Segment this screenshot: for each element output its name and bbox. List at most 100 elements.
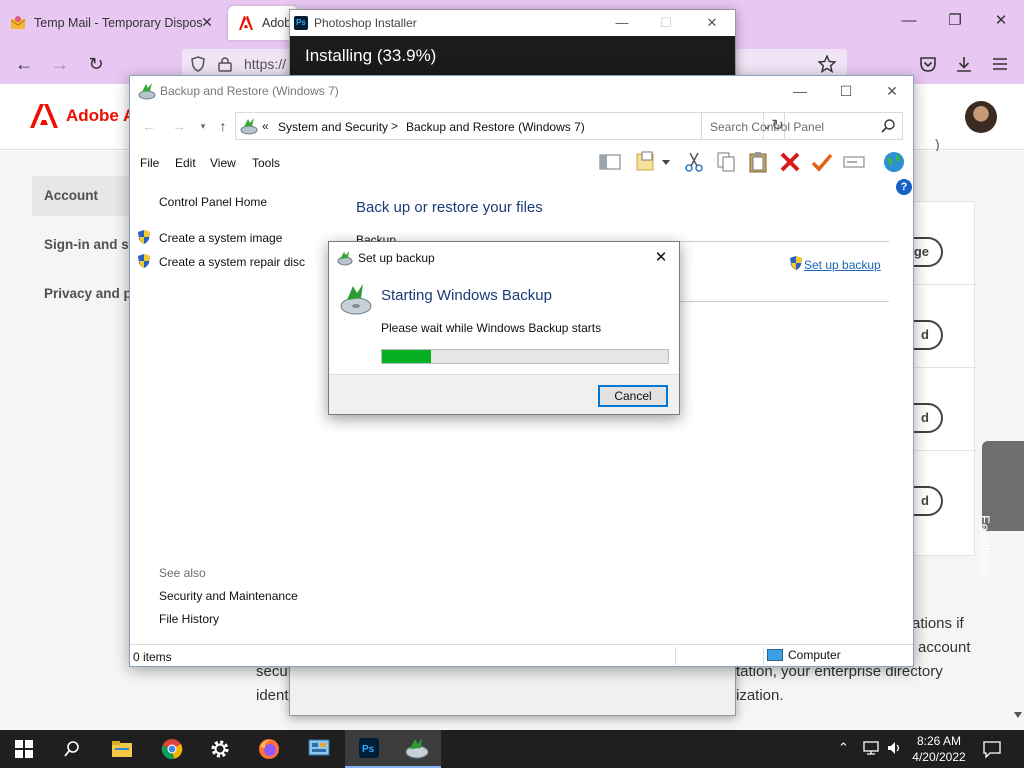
paste-icon[interactable]	[746, 150, 770, 174]
search-placeholder: Search Control Panel	[710, 120, 825, 134]
breadcrumb-separator[interactable]: >	[391, 119, 398, 133]
security-maintenance-link[interactable]: Security and Maintenance	[159, 589, 298, 603]
ps-status-bar: Installing (33.9%)	[290, 36, 735, 76]
taskbar-chrome[interactable]	[148, 730, 196, 768]
system-clock[interactable]: 8:26 AM 4/20/2022	[906, 733, 972, 765]
create-system-image-link[interactable]: Create a system image	[159, 231, 282, 245]
menu-bar: File Edit View Tools	[130, 148, 913, 178]
backup-icon	[337, 251, 353, 266]
page-scrollbar[interactable]	[1012, 84, 1024, 730]
maximize-icon: ☐	[660, 15, 672, 30]
forward-icon[interactable]: →	[48, 53, 72, 75]
back-icon[interactable]: ←	[140, 117, 158, 135]
taskbar-control-panel[interactable]	[295, 730, 343, 768]
menu-file[interactable]: File	[140, 156, 159, 170]
up-icon[interactable]: ↑	[214, 117, 232, 135]
dialog-heading: Starting Windows Backup	[381, 287, 552, 304]
breadcrumb-backup-restore[interactable]: Backup and Restore (Windows 7)	[406, 120, 585, 134]
download-icon[interactable]	[955, 55, 973, 73]
back-icon[interactable]: ←	[12, 53, 36, 75]
taskbar-firefox[interactable]	[245, 730, 293, 768]
sidebar-item-account[interactable]: Account	[32, 176, 132, 216]
feedback-label: Feedback	[977, 515, 993, 577]
menu-tools[interactable]: Tools	[252, 156, 280, 170]
control-panel-icon	[308, 739, 330, 756]
set-up-backup-dialog: Set up backup ✕ Starting Windows Backup …	[328, 241, 680, 415]
bookmark-star-icon[interactable]	[818, 55, 836, 73]
show-hidden-icons-icon[interactable]: ⌃	[838, 740, 849, 756]
reload-icon[interactable]: ↻	[84, 53, 108, 75]
see-also-heading: See also	[159, 566, 206, 580]
close-icon[interactable]: ✕	[702, 13, 722, 33]
close-icon[interactable]: ✕	[990, 10, 1012, 32]
tab-close-icon[interactable]: ✕	[200, 15, 214, 29]
avatar[interactable]	[965, 101, 997, 133]
br-title-bar[interactable]: Backup and Restore (Windows 7) — ☐ ✕	[130, 76, 913, 106]
cut-icon[interactable]	[682, 150, 706, 174]
firefox-icon	[259, 739, 279, 759]
dropdown-icon[interactable]	[660, 150, 672, 174]
tab-temp-mail[interactable]: Temp Mail - Temporary Dispos ✕	[0, 6, 222, 40]
minimize-icon[interactable]: —	[787, 80, 813, 102]
sidebar-item-privacy[interactable]: Privacy and pe	[32, 274, 132, 314]
maximize-icon[interactable]: ☐	[833, 80, 859, 102]
tab-adobe[interactable]: Adobe	[228, 6, 298, 40]
uac-shield-icon	[790, 256, 802, 270]
taskbar-photoshop[interactable]: Ps	[345, 730, 393, 768]
volume-icon[interactable]	[886, 740, 904, 756]
layout-pane-icon[interactable]	[598, 150, 622, 174]
close-icon[interactable]: ✕	[651, 248, 671, 268]
start-button[interactable]	[0, 730, 48, 768]
restore-icon[interactable]: ❐	[944, 10, 966, 32]
taskbar-settings[interactable]	[196, 730, 244, 768]
ps-window-title: Photoshop Installer	[314, 16, 417, 30]
search-input[interactable]: Search Control Panel	[701, 112, 903, 140]
paragraph-line: ization.	[736, 687, 784, 704]
shield-icon[interactable]	[190, 56, 206, 72]
item-count: 0 items	[133, 650, 172, 664]
menu-icon[interactable]	[991, 56, 1009, 72]
location-label: Computer	[788, 648, 841, 662]
delete-icon[interactable]	[778, 150, 802, 174]
folder-options-icon[interactable]	[634, 150, 658, 174]
clock-time: 8:26 AM	[916, 734, 962, 748]
create-repair-disc-link[interactable]: Create a system repair disc	[159, 255, 305, 269]
copy-icon[interactable]	[714, 150, 738, 174]
file-history-link[interactable]: File History	[159, 612, 219, 626]
notifications-icon[interactable]	[982, 739, 1002, 759]
rename-icon[interactable]	[842, 150, 866, 174]
svg-text:Ps: Ps	[362, 744, 375, 755]
pocket-icon[interactable]	[919, 55, 937, 73]
paragraph-line: ident	[256, 687, 289, 704]
menu-edit[interactable]: Edit	[175, 156, 196, 170]
search-icon[interactable]	[880, 118, 896, 134]
address-bar: ← → ▾ ↑ « System and Security > Backup a…	[130, 108, 913, 142]
breadcrumb-system-security[interactable]: System and Security	[278, 120, 388, 134]
ps-title-bar[interactable]: Ps Photoshop Installer — ☐ ✕	[290, 10, 735, 36]
close-icon[interactable]: ✕	[879, 80, 905, 102]
menu-view[interactable]: View	[210, 156, 236, 170]
ps-install-status: Installing (33.9%)	[305, 46, 437, 65]
sidebar-item-sign-in[interactable]: Sign-in and se	[32, 225, 132, 265]
recent-dropdown-icon[interactable]: ▾	[194, 117, 212, 135]
properties-check-icon[interactable]	[810, 150, 834, 174]
adobe-logo[interactable]: Adobe A	[30, 104, 135, 128]
clock-date: 4/20/2022	[912, 750, 966, 764]
backup-progress-bar	[381, 349, 669, 364]
set-up-backup-link[interactable]: Set up backup	[804, 258, 881, 272]
dialog-title-bar[interactable]: Set up backup	[329, 242, 679, 272]
control-panel-home-link[interactable]: Control Panel Home	[159, 195, 267, 209]
lock-icon[interactable]	[218, 56, 232, 72]
taskbar-file-explorer[interactable]	[98, 730, 146, 768]
network-icon[interactable]	[862, 740, 880, 756]
cancel-button[interactable]: Cancel	[598, 385, 668, 407]
minimize-icon[interactable]: —	[898, 10, 920, 32]
forward-icon[interactable]: →	[170, 117, 188, 135]
globe-icon[interactable]	[882, 150, 906, 174]
taskbar-backup-restore[interactable]	[393, 730, 441, 768]
breadcrumb-overflow[interactable]: «	[262, 119, 269, 133]
minimize-icon[interactable]: —	[612, 13, 632, 33]
scroll-down-icon[interactable]	[1014, 712, 1022, 718]
paragraph-line: account	[918, 639, 971, 656]
search-button[interactable]	[48, 730, 96, 768]
